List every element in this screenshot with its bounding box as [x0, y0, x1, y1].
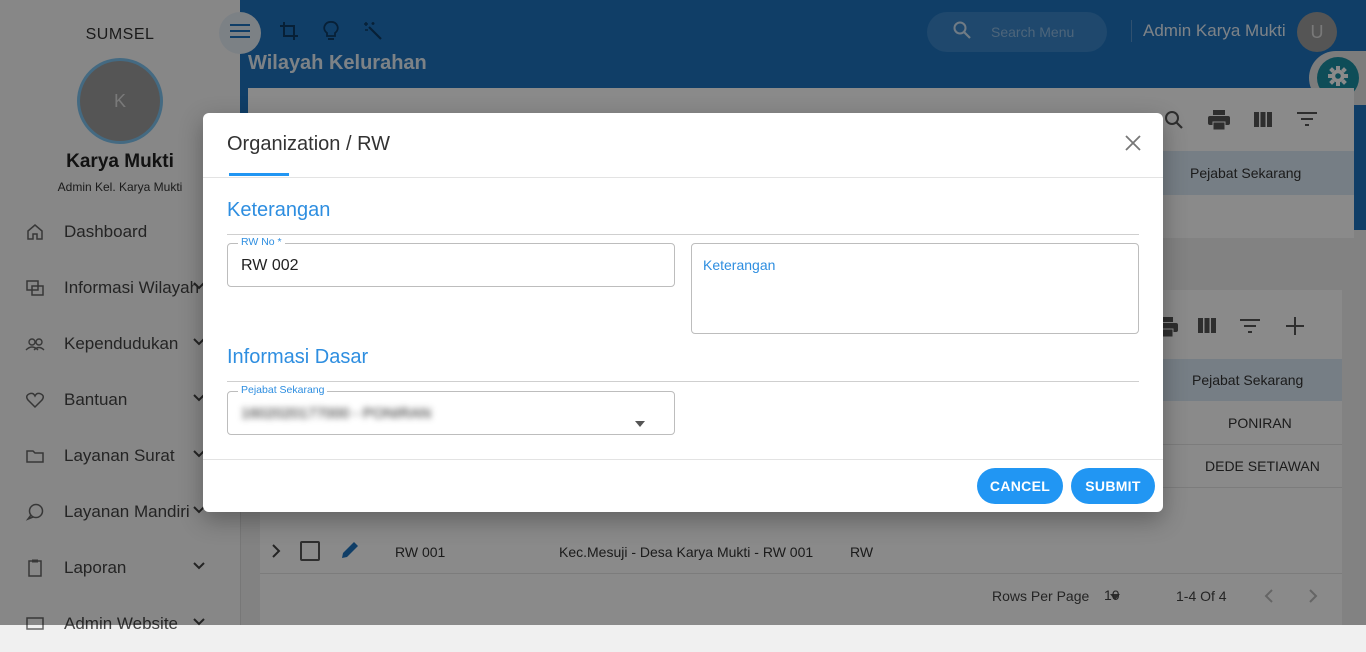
keterangan-placeholder: Keterangan	[703, 257, 776, 273]
section-title-keterangan: Keterangan	[227, 199, 331, 221]
rw-no-value: RW 002	[241, 257, 299, 274]
section-divider	[227, 234, 1139, 235]
keterangan-textarea[interactable]: Keterangan	[691, 243, 1139, 334]
rw-no-label: RW No *	[238, 236, 285, 248]
close-icon	[1125, 134, 1141, 156]
pejabat-sekarang-value: 1602020177000 - PONIRAN	[241, 405, 432, 422]
dropdown-arrow-icon	[635, 414, 645, 432]
submit-button[interactable]: SUBMIT	[1071, 468, 1155, 504]
dialog-header-divider	[203, 177, 1163, 178]
rw-no-field[interactable]: RW No * RW 002	[227, 236, 675, 287]
section-title-informasi-dasar: Informasi Dasar	[227, 346, 369, 368]
cancel-button[interactable]: CANCEL	[977, 468, 1063, 504]
pejabat-sekarang-select[interactable]: Pejabat Sekarang 1602020177000 - PONIRAN	[227, 384, 675, 435]
dialog-title-underline	[229, 173, 289, 176]
close-button[interactable]	[1121, 133, 1145, 157]
dialog-footer-divider	[203, 459, 1163, 460]
dialog-title: Organization / RW	[227, 133, 391, 155]
organization-rw-dialog: Organization / RW Keterangan RW No * RW …	[203, 113, 1163, 512]
pejabat-sekarang-label: Pejabat Sekarang	[238, 384, 328, 396]
section-divider	[227, 381, 1139, 382]
